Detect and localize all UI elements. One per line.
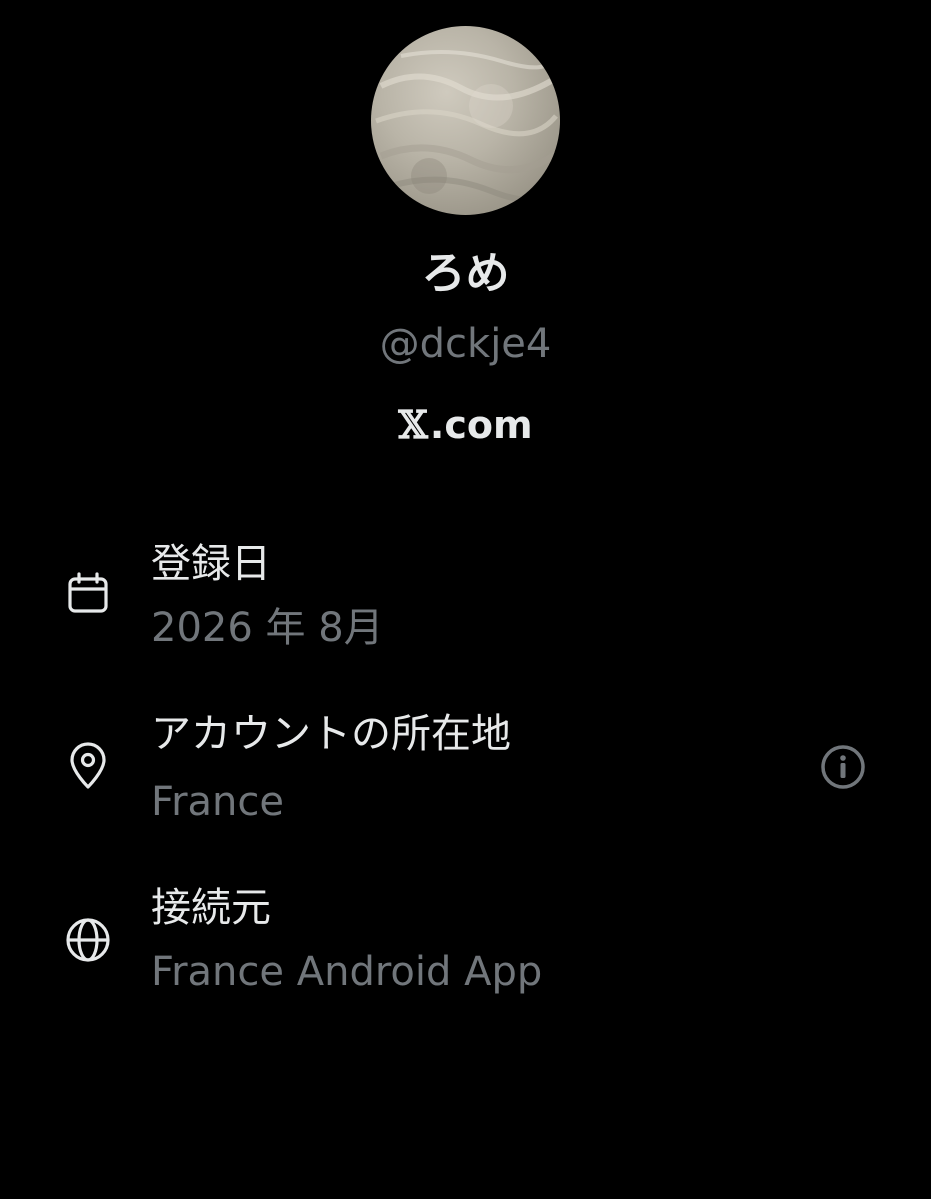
- detail-value: France: [151, 779, 285, 825]
- detail-row-connected-via: 接続元 France Android App: [0, 876, 931, 1006]
- site-link[interactable]: 𝕏 .com: [0, 398, 931, 452]
- detail-label: アカウントの所在地: [151, 711, 511, 757]
- avatar-image: [375, 50, 559, 203]
- username-handle: @dckje4: [379, 321, 552, 367]
- location-pin-icon: [62, 740, 114, 792]
- x-logo-mark: 𝕏: [398, 402, 428, 447]
- avatar[interactable]: [371, 26, 560, 215]
- detail-value: France Android App: [151, 949, 543, 995]
- info-icon[interactable]: [818, 742, 868, 792]
- globe-icon: [62, 914, 114, 966]
- detail-label: 登録日: [151, 541, 271, 587]
- detail-label: 接続元: [151, 885, 271, 931]
- detail-value: 2026 年 8月: [151, 605, 384, 651]
- site-suffix: .com: [429, 403, 533, 447]
- display-name: ろめ: [421, 248, 510, 299]
- detail-row-join-date: 登録日 2026 年 8月: [0, 530, 931, 660]
- detail-row-location: アカウントの所在地 France: [0, 702, 931, 832]
- calendar-icon: [62, 568, 114, 620]
